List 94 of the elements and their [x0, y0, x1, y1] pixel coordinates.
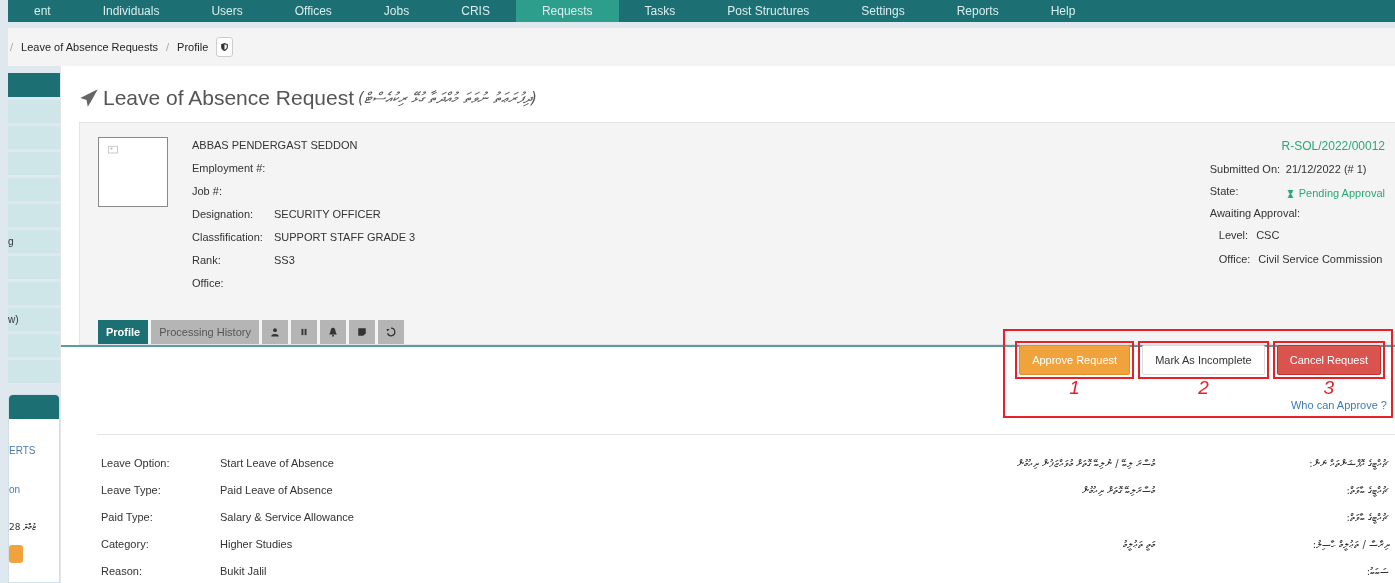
field-label: Office: — [192, 275, 225, 291]
dhivehi-label: ދިރާސާ / ތަޢުލީމް ހާސިލު: — [1312, 537, 1389, 552]
nav-item[interactable]: Reports — [930, 0, 1025, 22]
breadcrumb-separator: / — [10, 39, 14, 55]
nav-item[interactable]: ent — [8, 0, 77, 22]
annotation-number: 1 — [1068, 379, 1081, 397]
action-button[interactable]: Cancel Request — [1276, 344, 1381, 375]
shield-icon — [220, 42, 230, 52]
send-icon — [79, 87, 99, 108]
field-label: Employment #: — [192, 160, 267, 176]
field-label: Designation: — [192, 206, 255, 222]
field-value: CSC — [1256, 227, 1280, 243]
bell-icon — [327, 326, 338, 337]
icon-tab[interactable] — [348, 319, 375, 344]
who-can-approve-link[interactable]: Who can Approve ? — [1291, 397, 1387, 414]
page-title-dhivehi: (ދިފުރަޢަތު ނުވަތަ މުއްދަތާ ގުޅޭ ރިކުއެސްޓް) — [358, 87, 537, 109]
nav-item[interactable]: Users — [185, 0, 269, 22]
field-value: 21/12/2022 (# 1) — [1285, 161, 1367, 177]
panel-link[interactable]: on — [9, 482, 59, 497]
detail-value: Salary & Service Allowance — [220, 509, 355, 525]
note-icon — [356, 326, 367, 337]
breadcrumb-link[interactable]: Profile — [177, 38, 209, 56]
nav-item[interactable]: Post Structures — [701, 0, 836, 22]
action-button[interactable]: Mark As Incomplete — [1142, 344, 1265, 375]
count-badge — [9, 544, 23, 563]
field-value: SECURITY OFFICER — [274, 206, 381, 222]
nav-item[interactable]: Offices — [268, 0, 358, 22]
sidebar-item[interactable] — [8, 334, 60, 357]
dhivehi-value: މުސާރަލިބޭ ގޮތަށް ދިއުމުން — [1081, 483, 1155, 498]
annotation-number: 3 — [1322, 379, 1336, 397]
sidebar-item[interactable] — [8, 360, 60, 383]
status-text: Pending Approval — [1298, 186, 1385, 202]
field-label: Rank: — [192, 252, 222, 268]
field-label: Office: — [1218, 251, 1251, 267]
detail-value: Paid Leave of Absence — [220, 482, 334, 498]
field-value: SS3 — [274, 252, 295, 268]
detail-label: Reason: — [101, 563, 143, 579]
nav-item[interactable]: Settings — [835, 0, 931, 22]
detail-value: Start Leave of Absence — [220, 455, 335, 471]
annotation-number: 2 — [1197, 379, 1210, 397]
person-icon — [269, 326, 280, 337]
sidebar-item[interactable] — [8, 152, 60, 175]
detail-label: Paid Type: — [101, 509, 154, 525]
field-label: Level: — [1218, 227, 1249, 243]
field-value: SUPPORT STAFF GRADE 3 — [274, 229, 416, 245]
icon-tab[interactable] — [377, 319, 404, 344]
panel-text: ޖުމްލަ 28 — [9, 521, 38, 534]
dhivehi-label: ޗުއްޓީގެ ބާވަތް: — [1346, 483, 1389, 498]
page-title: Leave of Absence Request — [103, 85, 354, 111]
icon-tab[interactable] — [319, 319, 346, 344]
panel-header — [9, 395, 59, 419]
detail-label: Leave Option: — [101, 455, 171, 471]
nav-item[interactable]: Requests — [515, 0, 619, 22]
dhivehi-label: ސަބަބު: — [1366, 564, 1389, 579]
history-icon — [385, 326, 396, 337]
nav-item[interactable]: Individuals — [76, 0, 186, 22]
dhivehi-value: މުސާރަ ލިބޭ / ނުލިބޭ ގޮތަށް މުވައްޒަފުން ދިއުމުން — [1016, 456, 1155, 471]
field-label: Submitted On: — [1209, 161, 1282, 177]
sidebar-item[interactable] — [8, 282, 60, 305]
breadcrumb-link[interactable]: Leave of Absence Requests — [21, 38, 159, 56]
request-number: R-SOL/2022/00012 — [1281, 138, 1385, 153]
sidebar-item[interactable]: w) — [8, 308, 60, 331]
field-value: Civil Service Commission — [1258, 251, 1383, 267]
sidebar-item[interactable] — [8, 100, 60, 123]
icon-tab[interactable] — [261, 319, 288, 344]
sidebar-item[interactable]: g — [8, 230, 60, 253]
detail-value: Bukit Jalil — [220, 563, 268, 579]
tab[interactable]: Profile — [98, 319, 149, 344]
field-label: State: — [1209, 183, 1240, 199]
sidebar-item[interactable] — [8, 204, 60, 227]
panel-link[interactable]: ERTS — [9, 443, 59, 458]
field-label: Classfification: — [192, 229, 264, 245]
person-name: ABBAS PENDERGAST SEDDON — [192, 137, 358, 153]
nav-item[interactable]: CRIS — [435, 0, 516, 22]
image-icon — [107, 143, 119, 156]
sidebar-item[interactable] — [8, 178, 60, 201]
field-label: Awaiting Approval: — [1209, 205, 1301, 221]
sidebar-header — [8, 73, 60, 97]
shield-button[interactable] — [216, 37, 234, 57]
nav-item[interactable]: Tasks — [618, 0, 702, 22]
dhivehi-value: މަތީ ތަޢުލީމު — [1122, 537, 1155, 552]
tab[interactable]: Processing History — [151, 319, 259, 344]
field-label: Job #: — [192, 183, 223, 199]
hourglass-icon — [1285, 188, 1295, 199]
detail-value: Higher Studies — [220, 536, 294, 552]
detail-label: Leave Type: — [101, 482, 162, 498]
nav-item[interactable]: Help — [1024, 0, 1102, 22]
nav-item[interactable]: Jobs — [357, 0, 436, 22]
detail-label: Category: — [101, 536, 150, 552]
breadcrumb-separator: / — [166, 39, 170, 55]
sidebar-item[interactable] — [8, 126, 60, 149]
dhivehi-label: ޗުއްޓީގެ އޮޕްޝަންތައް ނަން: — [1309, 456, 1389, 471]
sidebar-item[interactable] — [8, 256, 60, 279]
dhivehi-label: ޗުއްޓީގެ ބާވަތް: — [1346, 510, 1389, 525]
